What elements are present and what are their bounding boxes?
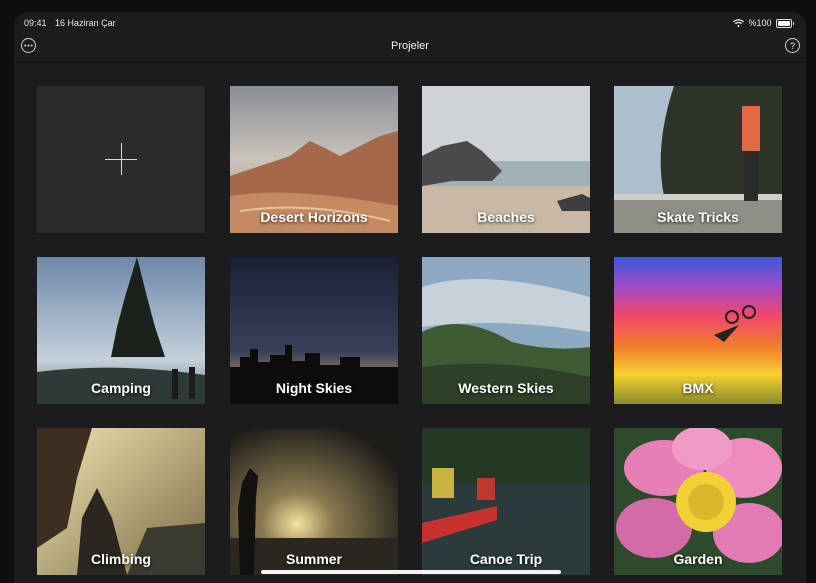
project-garden[interactable]: Garden <box>614 428 782 575</box>
project-title: Canoe Trip <box>469 551 543 567</box>
plus-icon <box>105 143 137 175</box>
project-climbing[interactable]: Climbing <box>37 428 205 575</box>
project-title: BMX <box>682 380 714 396</box>
project-title: Skate Tricks <box>657 209 739 225</box>
project-night-skies[interactable]: Night Skies <box>230 257 398 404</box>
project-title: Western Skies <box>458 380 554 396</box>
project-title: Night Skies <box>275 380 353 396</box>
project-western-skies[interactable]: Western Skies <box>422 257 590 404</box>
project-desert-horizons[interactable]: Desert Horizons <box>230 86 398 233</box>
new-project-button[interactable] <box>37 86 205 233</box>
project-beaches[interactable]: Beaches <box>422 86 590 233</box>
project-canoe-trip[interactable]: Canoe Trip <box>422 428 590 575</box>
project-title: Garden <box>673 551 723 567</box>
project-title: Summer <box>285 551 343 567</box>
project-camping[interactable]: Camping <box>37 257 205 404</box>
project-title: Desert Horizons <box>260 209 368 225</box>
project-title: Climbing <box>91 551 151 567</box>
projects-grid: Desert Horizons Beaches Skate Tricks Cam… <box>14 12 806 583</box>
project-summer[interactable]: Summer <box>230 428 398 575</box>
home-indicator[interactable] <box>261 570 561 574</box>
project-skate-tricks[interactable]: Skate Tricks <box>614 86 782 233</box>
project-title: Beaches <box>477 209 535 225</box>
project-title: Camping <box>91 380 151 396</box>
project-bmx[interactable]: BMX <box>614 257 782 404</box>
ipad-screen: 09:41 16 Haziran Çar %100 Projeler ? Des… <box>14 12 806 583</box>
